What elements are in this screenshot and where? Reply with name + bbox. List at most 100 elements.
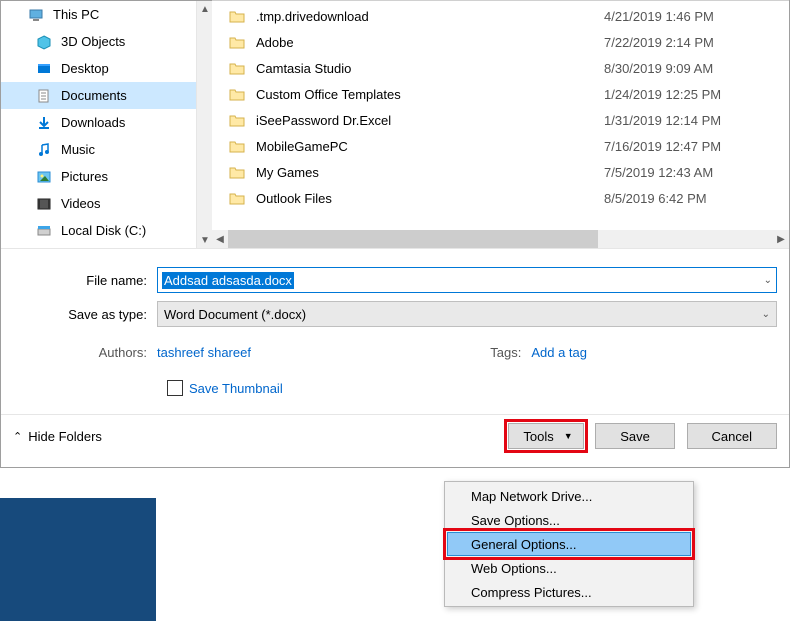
scroll-left-icon[interactable]: ◀ bbox=[212, 231, 228, 247]
pictures-icon bbox=[35, 169, 53, 185]
tree-label: Videos bbox=[61, 196, 101, 211]
file-date: 8/30/2019 9:09 AM bbox=[604, 61, 713, 76]
filetype-row: Save as type: Word Document (*.docx) ⌄ bbox=[13, 301, 777, 327]
file-name: Adobe bbox=[256, 35, 604, 50]
tree-label: Local Disk (C:) bbox=[61, 223, 146, 238]
file-name: .tmp.drivedownload bbox=[256, 9, 604, 24]
file-row[interactable]: Outlook Files 8/5/2019 6:42 PM bbox=[212, 185, 789, 211]
cancel-button[interactable]: Cancel bbox=[687, 423, 777, 449]
folder-icon bbox=[228, 85, 246, 103]
music-icon bbox=[35, 142, 53, 158]
scroll-down-icon[interactable]: ▼ bbox=[197, 232, 213, 248]
folder-icon bbox=[228, 137, 246, 155]
scroll-right-icon[interactable]: ▶ bbox=[773, 231, 789, 247]
hide-folders-button[interactable]: ⌃ Hide Folders bbox=[13, 429, 102, 444]
save-thumbnail-row[interactable]: Save Thumbnail bbox=[13, 368, 777, 408]
column-headers[interactable]: Name Date modified bbox=[212, 0, 789, 1]
scroll-thumb[interactable] bbox=[197, 17, 212, 232]
tools-button[interactable]: Tools ▼ bbox=[508, 423, 583, 449]
file-name: MobileGamePC bbox=[256, 139, 604, 154]
desktop-icon bbox=[35, 61, 53, 77]
chevron-down-icon[interactable]: ⌄ bbox=[764, 275, 772, 286]
menu-item-map-network-drive[interactable]: Map Network Drive... bbox=[447, 484, 691, 508]
menu-item-general-options[interactable]: General Options... bbox=[447, 532, 691, 556]
filename-label: File name: bbox=[13, 273, 157, 288]
menu-item-compress-pictures[interactable]: Compress Pictures... bbox=[447, 580, 691, 604]
filetype-select[interactable]: Word Document (*.docx) ⌄ bbox=[157, 301, 777, 327]
file-date: 7/5/2019 12:43 AM bbox=[604, 165, 713, 180]
folder-icon bbox=[228, 59, 246, 77]
folder-icon bbox=[228, 33, 246, 51]
tree-scrollbar[interactable]: ▲ ▼ bbox=[196, 1, 212, 248]
horizontal-scrollbar[interactable]: ◀ ▶ bbox=[212, 230, 789, 248]
tree-label: 3D Objects bbox=[61, 34, 125, 49]
tree-item-videos[interactable]: Videos bbox=[1, 190, 196, 217]
chevron-up-icon: ⌃ bbox=[13, 430, 22, 443]
file-list: Name Date modified .tmp.drivedownload 4/… bbox=[212, 1, 789, 248]
tree-label: Pictures bbox=[61, 169, 108, 184]
scroll-thumb[interactable] bbox=[228, 230, 598, 248]
tree-item-local-disk[interactable]: Local Disk (C:) bbox=[1, 217, 196, 244]
file-date: 4/21/2019 1:46 PM bbox=[604, 9, 714, 24]
tree-label: Desktop bbox=[61, 61, 109, 76]
nav-tree: This PC 3D Objects Desktop Documents bbox=[1, 1, 196, 248]
form-area: File name: Addsad adsasda.docx ⌄ Save as… bbox=[1, 248, 789, 414]
background-panel bbox=[0, 498, 156, 621]
save-button[interactable]: Save bbox=[595, 423, 675, 449]
tree-item-desktop[interactable]: Desktop bbox=[1, 55, 196, 82]
tags-value[interactable]: Add a tag bbox=[531, 345, 777, 360]
disk-icon bbox=[35, 223, 53, 239]
file-name: My Games bbox=[256, 165, 604, 180]
folder-icon bbox=[228, 7, 246, 25]
file-row[interactable]: Adobe 7/22/2019 2:14 PM bbox=[212, 29, 789, 55]
filename-row: File name: Addsad adsasda.docx ⌄ bbox=[13, 267, 777, 293]
file-date: 8/5/2019 6:42 PM bbox=[604, 191, 707, 206]
tree-item-pictures[interactable]: Pictures bbox=[1, 163, 196, 190]
tree-label: Downloads bbox=[61, 115, 125, 130]
checkbox-icon[interactable] bbox=[167, 380, 183, 396]
file-row[interactable]: Camtasia Studio 8/30/2019 9:09 AM bbox=[212, 55, 789, 81]
caret-down-icon: ▼ bbox=[564, 431, 573, 441]
filename-input[interactable]: Addsad adsasda.docx ⌄ bbox=[157, 267, 777, 293]
tools-menu: Map Network Drive... Save Options... Gen… bbox=[444, 481, 694, 607]
tree-item-downloads[interactable]: Downloads bbox=[1, 109, 196, 136]
file-row[interactable]: Custom Office Templates 1/24/2019 12:25 … bbox=[212, 81, 789, 107]
file-name: Custom Office Templates bbox=[256, 87, 604, 102]
folder-icon bbox=[228, 111, 246, 129]
tree-item-this-pc[interactable]: This PC bbox=[1, 1, 196, 28]
browse-area: This PC 3D Objects Desktop Documents bbox=[1, 1, 789, 248]
file-row[interactable]: My Games 7/5/2019 12:43 AM bbox=[212, 159, 789, 185]
filetype-label: Save as type: bbox=[13, 307, 157, 322]
menu-item-web-options[interactable]: Web Options... bbox=[447, 556, 691, 580]
filename-value: Addsad adsasda.docx bbox=[162, 272, 294, 289]
scroll-up-icon[interactable]: ▲ bbox=[197, 1, 213, 17]
dialog-footer: ⌃ Hide Folders Tools ▼ Save Cancel bbox=[1, 414, 789, 467]
filetype-value: Word Document (*.docx) bbox=[164, 307, 306, 322]
menu-item-save-options[interactable]: Save Options... bbox=[447, 508, 691, 532]
tree-item-music[interactable]: Music bbox=[1, 136, 196, 163]
file-name: iSeePassword Dr.Excel bbox=[256, 113, 604, 128]
tree-item-documents[interactable]: Documents bbox=[1, 82, 196, 109]
hide-folders-label: Hide Folders bbox=[28, 429, 102, 444]
authors-value[interactable]: tashreef shareef bbox=[157, 345, 251, 360]
tree-label: Documents bbox=[61, 88, 127, 103]
tags-label: Tags: bbox=[490, 345, 531, 360]
documents-icon bbox=[35, 88, 53, 104]
tools-label: Tools bbox=[523, 429, 553, 444]
file-row[interactable]: .tmp.drivedownload 4/21/2019 1:46 PM bbox=[212, 3, 789, 29]
scroll-track[interactable] bbox=[228, 230, 773, 248]
tree-item-3d-objects[interactable]: 3D Objects bbox=[1, 28, 196, 55]
footer-buttons: Tools ▼ Save Cancel bbox=[500, 423, 777, 449]
folder-icon bbox=[228, 189, 246, 207]
file-name: Outlook Files bbox=[256, 191, 604, 206]
folder-icon bbox=[228, 163, 246, 181]
save-thumbnail-label: Save Thumbnail bbox=[189, 381, 283, 396]
chevron-down-icon[interactable]: ⌄ bbox=[762, 309, 770, 320]
file-row[interactable]: MobileGamePC 7/16/2019 12:47 PM bbox=[212, 133, 789, 159]
file-date: 7/22/2019 2:14 PM bbox=[604, 35, 714, 50]
file-row[interactable]: iSeePassword Dr.Excel 1/31/2019 12:14 PM bbox=[212, 107, 789, 133]
authors-label: Authors: bbox=[13, 345, 157, 360]
meta-row: Authors: tashreef shareef Tags: Add a ta… bbox=[13, 335, 777, 368]
cube-icon bbox=[35, 34, 53, 50]
file-date: 1/24/2019 12:25 PM bbox=[604, 87, 721, 102]
